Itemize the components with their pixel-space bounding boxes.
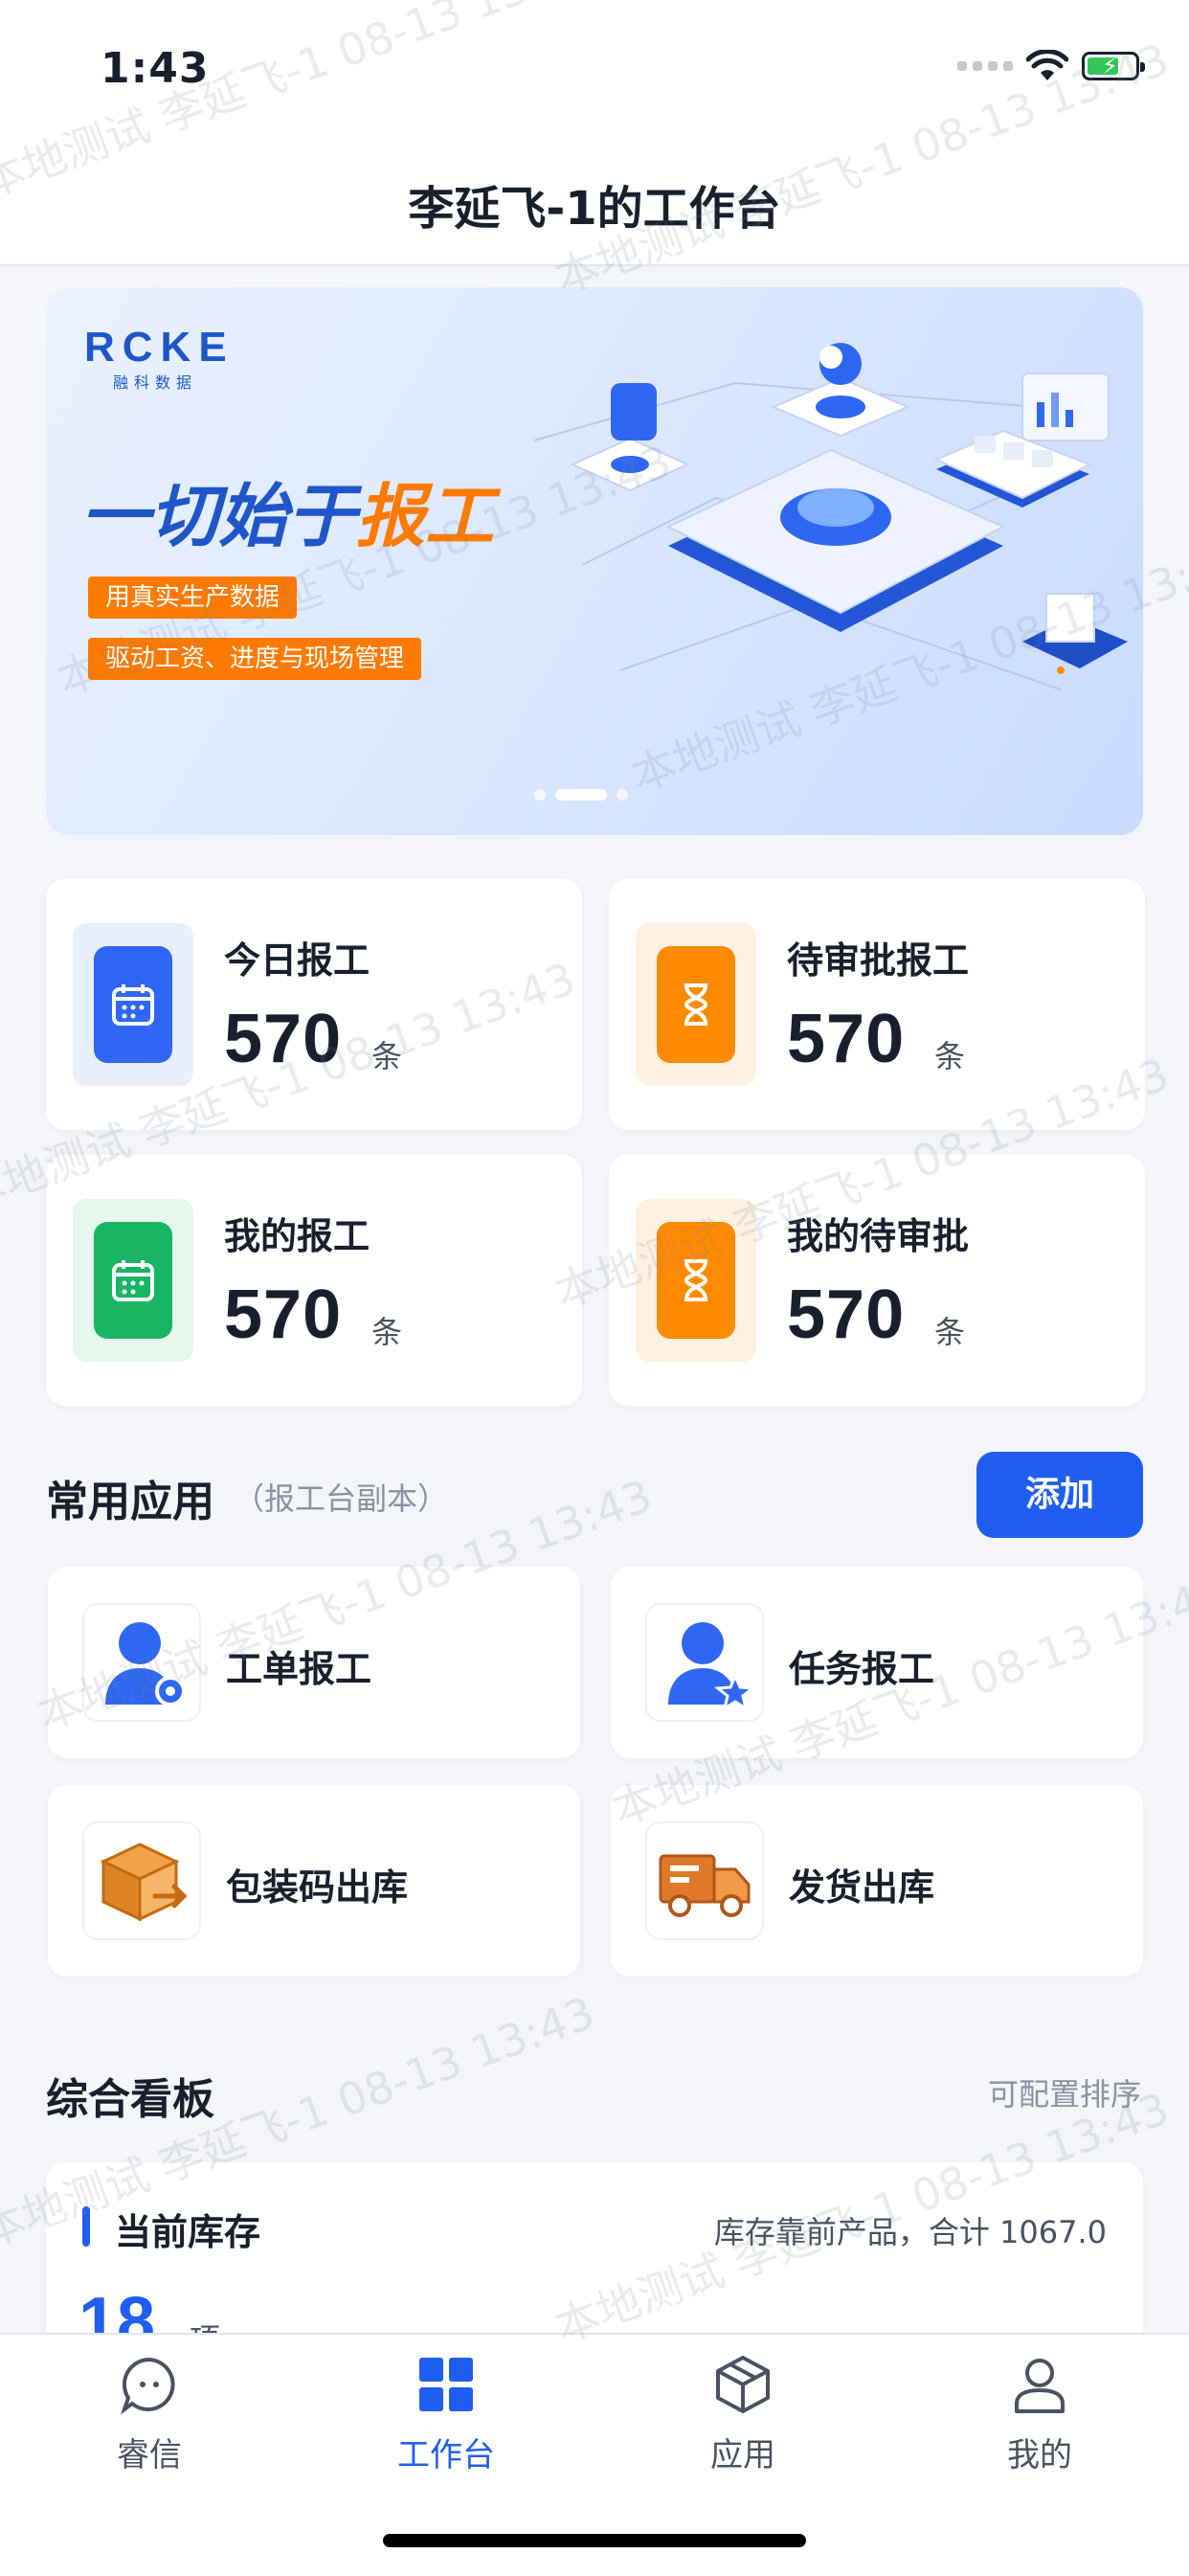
top-bar: 1:43 ⚡ 李延飞-1的工作台 — [0, 0, 1189, 266]
tab-mine[interactable]: 我的 — [944, 2354, 1135, 2475]
app-label: 工单报工 — [226, 1648, 372, 1690]
add-app-button[interactable]: 添加 — [976, 1452, 1143, 1538]
user-gear-icon — [105, 1622, 186, 1706]
pagination-dot[interactable] — [617, 789, 628, 801]
common-apps-title: 常用应用 — [46, 1478, 214, 1526]
promo-banner[interactable]: RCKE 融科数据 一切始于报工 用真实生产数据 驱动工资、进度与现场管理 — [46, 287, 1143, 835]
user-star-icon — [668, 1622, 756, 1712]
tab-workbench[interactable]: 工作台 — [350, 2354, 542, 2475]
banner-tag: 驱动工资、进度与现场管理 — [88, 638, 422, 680]
app-label: 发货出库 — [789, 1866, 935, 1909]
stat-card-my-pending[interactable]: 我的待审批 570 条 — [609, 1155, 1145, 1406]
banner-tag: 用真实生产数据 — [88, 576, 298, 619]
calendar-icon — [112, 1260, 154, 1301]
stat-value: 570 — [224, 1277, 343, 1353]
person-icon — [1015, 2359, 1065, 2413]
inventory-desc: 库存靠前产品，合计 1067.0 — [713, 2214, 1107, 2250]
truck-icon — [659, 1854, 751, 1917]
pagination-dot[interactable] — [534, 789, 546, 801]
stat-label: 我的报工 — [224, 1215, 370, 1257]
app-label: 包装码出库 — [226, 1866, 409, 1909]
tab-apps[interactable]: 应用 — [647, 2354, 839, 2475]
common-apps-subtitle: （报工台副本） — [234, 1480, 449, 1517]
stat-unit: 条 — [934, 1314, 966, 1350]
app-work-order-report[interactable]: 工单报工 — [48, 1567, 580, 1758]
stat-unit: 条 — [371, 1038, 403, 1074]
stat-value: 570 — [224, 1001, 343, 1077]
banner-pagination[interactable] — [534, 789, 628, 801]
status-time: 1:43 — [101, 44, 210, 93]
stat-card-my-reports[interactable]: 我的报工 570 条 — [46, 1155, 582, 1406]
status-icons: ⚡ — [957, 50, 1145, 82]
banner-slogan: 一切始于报工 — [80, 476, 495, 556]
app-package-outbound[interactable]: 包装码出库 — [48, 1785, 580, 1977]
pagination-dot-active[interactable] — [555, 789, 607, 801]
grid-icon — [419, 2358, 473, 2411]
stat-card-pending-approval[interactable]: 待审批报工 570 条 — [609, 879, 1145, 1130]
tab-ruixin[interactable]: 睿信 — [54, 2354, 245, 2475]
inventory-title: 当前库存 — [115, 2211, 261, 2253]
app-shipment-outbound[interactable]: 发货出库 — [611, 1785, 1143, 1977]
configure-sort-link[interactable]: 可配置排序 — [988, 2070, 1141, 2114]
battery-icon: ⚡ — [1082, 52, 1145, 80]
stat-value: 570 — [787, 1277, 906, 1353]
stat-label: 我的待审批 — [787, 1215, 970, 1257]
stat-unit: 条 — [934, 1038, 966, 1074]
home-indicator[interactable] — [383, 2534, 806, 2547]
stat-unit: 条 — [371, 1314, 403, 1350]
chat-icon — [121, 2357, 175, 2415]
page-title: 李延飞-1的工作台 — [408, 182, 781, 236]
cube-icon — [716, 2356, 770, 2413]
brand-logo: RCKE 融科数据 — [84, 324, 235, 392]
stat-label: 今日报工 — [224, 939, 370, 982]
banner-illustration — [533, 343, 1128, 690]
hourglass-icon — [684, 983, 707, 1026]
accent-bar — [82, 2206, 90, 2247]
calendar-icon — [112, 984, 154, 1026]
stat-value: 570 — [787, 1001, 906, 1077]
stat-label: 待审批报工 — [787, 939, 970, 982]
dashboard-title: 综合看板 — [46, 2075, 214, 2124]
stat-card-today-reports[interactable]: 今日报工 570 条 — [46, 879, 582, 1130]
app-task-report[interactable]: 任务报工 — [611, 1567, 1143, 1758]
cellular-signal-icon — [957, 61, 1013, 71]
app-label: 任务报工 — [789, 1648, 935, 1690]
box-out-icon — [100, 1842, 188, 1922]
hourglass-icon — [684, 1259, 707, 1301]
wifi-icon — [1026, 50, 1068, 80]
